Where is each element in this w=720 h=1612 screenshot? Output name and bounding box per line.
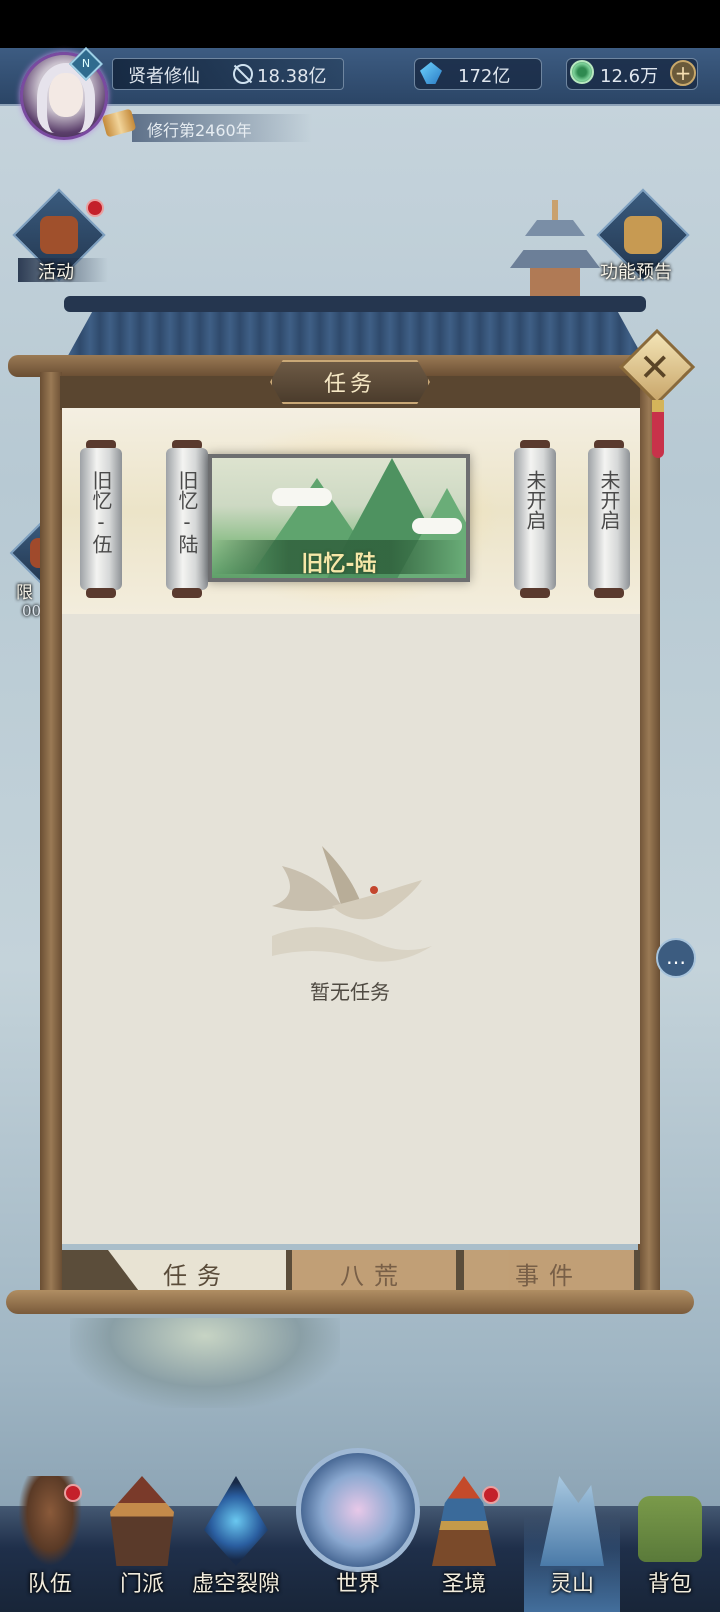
close-icon: ✕ [638,345,671,390]
limited-event-label: 限 [16,583,33,603]
nav-holy-realm-label: 圣境 [441,1572,486,1597]
modal-title: 任务 [323,372,376,397]
void-rift-icon [204,1476,268,1566]
chat-button[interactable]: … [656,938,696,978]
nav-spirit-mountain-label: 灵山 [549,1572,594,1597]
nav-world[interactable]: 世界 [308,1476,408,1606]
holy-realm-red-dot [482,1486,500,1504]
chapter-scroll-locked-1[interactable]: 未开启 [512,440,558,598]
selected-chapter-card[interactable]: 旧忆-陆 [208,454,470,582]
chapter-scroll-locked-2[interactable]: 未开启 [586,440,632,598]
status-bar [0,0,720,48]
chapter-scroll-6[interactable]: 旧忆-陆 [164,440,210,598]
team-red-dot [64,1484,82,1502]
spirit-mountain-icon [540,1476,604,1566]
modal-roof-ridge [64,296,646,312]
nav-sect-label: 门派 [119,1572,164,1597]
nav-team[interactable]: 队伍 [0,1476,100,1606]
floating-island [70,1318,340,1408]
scroll-cap-bottom [520,588,550,598]
activity-red-dot [86,199,104,217]
chapter-scroll-label: 未开启 [597,470,621,530]
activity-icon [40,216,78,254]
limited-event-timer: 00 [22,602,42,620]
jade-coin-value: 12.6万 [600,66,659,87]
nav-spirit-mountain[interactable]: 灵山 [522,1476,622,1606]
modal-frame-left [40,372,62,1304]
crane-empty-icon [272,846,432,962]
level-badge-text: N [81,57,91,70]
chapter-scroll-5[interactable]: 旧忆-伍 [78,440,124,598]
tassel-decoration [652,400,664,458]
cultivation-years: 修行第2460年 [147,121,252,140]
nav-world-label: 世界 [335,1572,380,1597]
selected-chapter-title: 旧忆-陆 [301,552,377,577]
pagoda-roof-lower [510,250,600,268]
empty-state-text: 暂无任务 [310,980,390,1004]
feature-preview-label: 功能预告 [600,262,672,283]
nav-holy-realm[interactable]: 圣境 [414,1476,514,1606]
modal-bottom-rod [6,1290,694,1314]
combat-power-value: 18.38亿 [257,66,327,87]
avatar-face [49,73,83,117]
chapter-scroll-label: 旧忆-陆 [175,470,199,554]
scroll-cap-bottom [172,588,202,598]
nav-void-rift[interactable]: 虚空裂隙 [186,1476,286,1606]
cloud [272,488,332,506]
player-name: 贤者修仙 [128,66,200,87]
sect-icon [110,1476,174,1566]
feature-preview-scroll-icon [624,216,662,254]
modal-frame-right [638,372,660,1304]
chapter-scroll-label: 未开启 [523,470,547,530]
combat-power-icon [233,64,253,84]
chapter-scroll-label: 旧忆-伍 [89,470,113,554]
add-currency-button[interactable]: + [670,60,696,86]
scroll-cap-bottom [594,588,624,598]
nav-void-rift-label: 虚空裂隙 [191,1572,280,1597]
jade-coin-icon [570,60,594,84]
activity-label: 活动 [38,262,74,283]
scroll-cap-bottom [86,588,116,598]
nav-sect[interactable]: 门派 [92,1476,192,1606]
spirit-stone-value: 172亿 [458,66,511,87]
backpack-icon [638,1496,702,1562]
nav-backpack-label: 背包 [647,1572,692,1597]
cloud [412,518,462,534]
pagoda-background [490,200,610,300]
nav-backpack[interactable]: 背包 [620,1476,720,1606]
nav-team-label: 队伍 [27,1572,72,1597]
pagoda-roof-upper [525,220,585,236]
